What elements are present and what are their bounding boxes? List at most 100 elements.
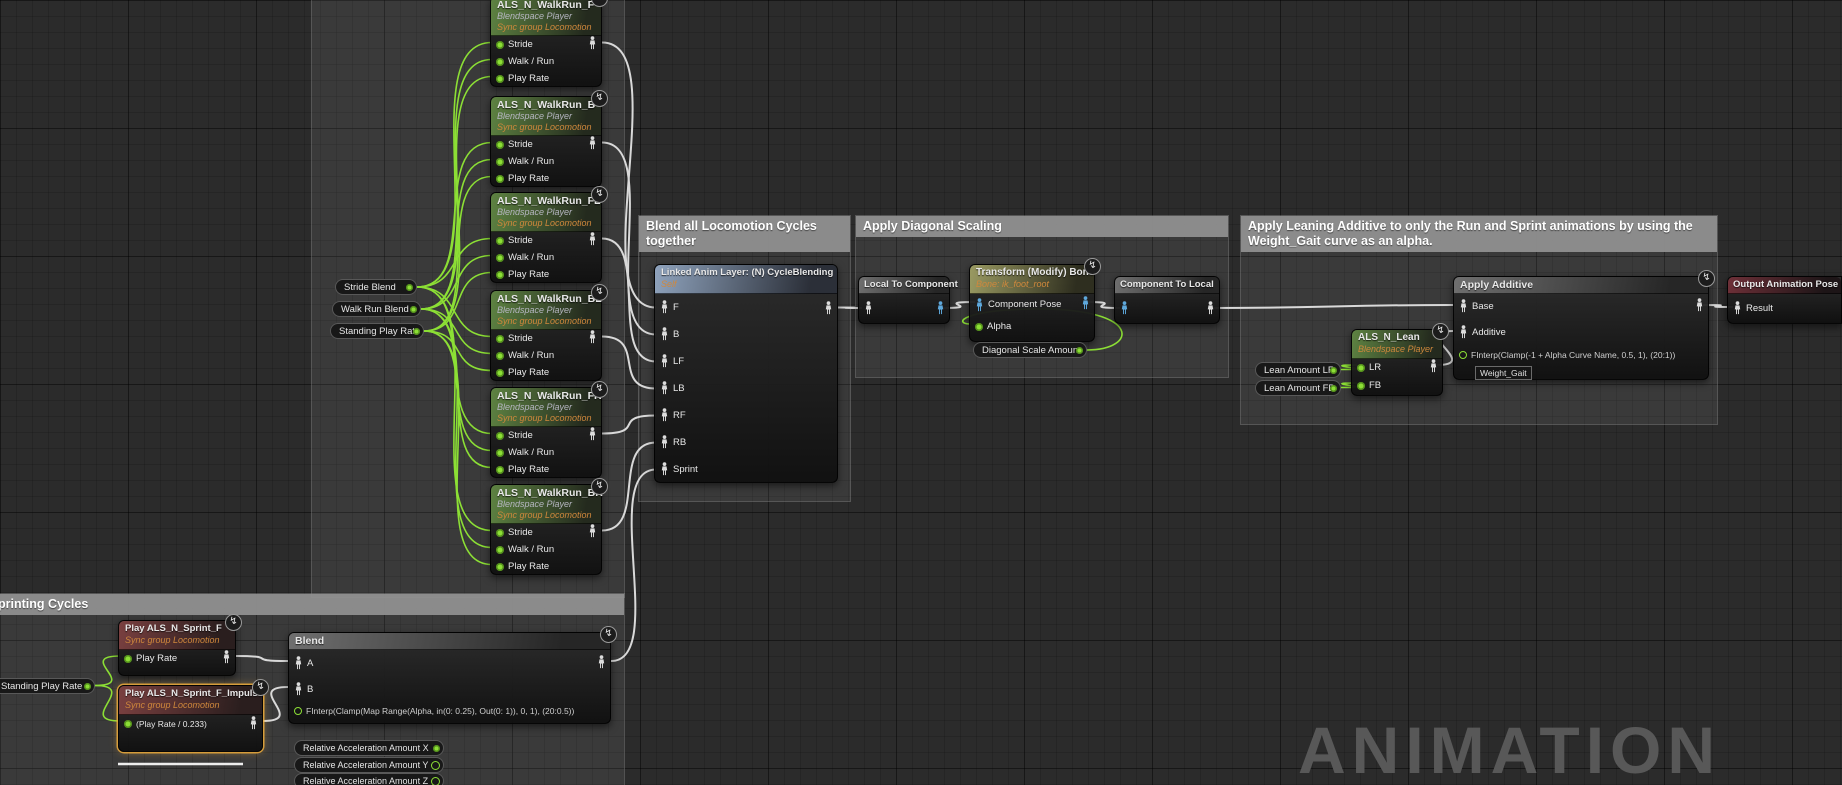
float-pin-icon[interactable] — [496, 75, 504, 83]
node-component-to-local[interactable]: Component To Local — [1114, 276, 1220, 324]
comment-header[interactable]: Apply Leaning Additive to only the Run a… — [1241, 216, 1717, 252]
component-pose-output-icon[interactable] — [936, 301, 945, 315]
node-play-als-n-sprint-f-impulse[interactable]: Play ALS_N_Sprint_F_Impulse Sync group L… — [118, 685, 263, 752]
pill-standing-play-rate[interactable]: Standing Play Rate — [330, 323, 424, 339]
pose-input-pin[interactable] — [1115, 294, 1219, 322]
pill-walk-run-blend[interactable]: Walk Run Blend — [332, 301, 421, 317]
node-output-animation-pose[interactable]: Output Animation Pose Result — [1727, 276, 1842, 324]
float-pin-icon[interactable] — [496, 271, 504, 279]
pin-walk-run[interactable]: Walk / Run — [491, 541, 601, 558]
float-pin-icon[interactable] — [1459, 351, 1467, 359]
pill-lean-amount-fb[interactable]: Lean Amount FB — [1255, 380, 1341, 396]
alpha-curve-row[interactable]: Weight_Gait — [1454, 364, 1708, 382]
pin-walk-run[interactable]: Walk / Run — [491, 444, 601, 461]
pin-rb[interactable]: RB — [655, 429, 837, 456]
node-als-n-walkrun-br[interactable]: ALS_N_WalkRun_BR Blendspace Player Sync … — [490, 484, 602, 575]
float-pin-icon[interactable] — [124, 720, 132, 728]
float-pin-icon[interactable] — [1357, 382, 1365, 390]
float-pin-icon[interactable] — [496, 432, 504, 440]
float-pin-icon[interactable] — [294, 707, 302, 715]
node-als-n-walkrun-b[interactable]: ALS_N_WalkRun_B Blendspace Player Sync g… — [490, 96, 602, 187]
pin-stride[interactable]: Stride — [491, 524, 601, 541]
float-pin-icon[interactable] — [496, 175, 504, 183]
pin-play-rate[interactable]: Play Rate — [491, 266, 601, 283]
pose-output-icon[interactable] — [1429, 359, 1438, 373]
pose-output-icon[interactable] — [588, 136, 597, 150]
node-als-n-walkrun-bl[interactable]: ALS_N_WalkRun_BL Blendspace Player Sync … — [490, 290, 602, 381]
pin-walk-run[interactable]: Walk / Run — [491, 53, 601, 70]
node-als-n-walkrun-fr[interactable]: ALS_N_WalkRun_FR Blendspace Player Sync … — [490, 387, 602, 478]
pin-alpha[interactable]: Alpha — [970, 316, 1094, 338]
pin-play-rate[interactable]: Play Rate — [491, 461, 601, 478]
pose-output-icon[interactable] — [1695, 298, 1704, 312]
pin-additive[interactable]: Additive — [1454, 318, 1708, 346]
pose-output-icon[interactable] — [588, 232, 597, 246]
float-pin-icon[interactable] — [496, 369, 504, 377]
pin-lb[interactable]: LB — [655, 375, 837, 402]
float-pin-icon[interactable] — [1076, 347, 1083, 354]
pose-pin-icon[interactable] — [294, 656, 303, 670]
float-pin-icon[interactable] — [496, 41, 504, 49]
comment-header[interactable]: printing Cycles — [0, 594, 624, 615]
float-pin-icon[interactable] — [496, 529, 504, 537]
pill-relative-accel-y[interactable]: Relative Acceleration Amount Y — [294, 757, 444, 773]
pose-output-icon[interactable] — [1206, 301, 1215, 315]
node-linked-anim-layer-cycleblending[interactable]: Linked Anim Layer: (N) CycleBlending Sel… — [654, 264, 838, 483]
pin-rf[interactable]: RF — [655, 402, 837, 429]
float-pin-icon[interactable] — [1357, 364, 1365, 372]
float-pin-icon[interactable] — [496, 449, 504, 457]
pose-output-icon[interactable] — [249, 716, 258, 730]
node-local-to-component[interactable]: Local To Component — [858, 276, 950, 324]
node-play-als-n-sprint-f[interactable]: Play ALS_N_Sprint_F Sync group Locomotio… — [118, 620, 236, 676]
pose-pin-icon[interactable] — [660, 327, 669, 341]
float-pin-icon[interactable] — [496, 254, 504, 262]
pose-pin-icon[interactable] — [660, 408, 669, 422]
pose-pin-icon[interactable] — [660, 381, 669, 395]
pin-stride[interactable]: Stride — [491, 232, 601, 249]
pin-b[interactable]: B — [289, 676, 610, 702]
node-blend[interactable]: Blend A B FInterp(Clamp(Map Range(Alpha,… — [288, 632, 611, 724]
float-pin-icon[interactable] — [124, 655, 132, 663]
pin-fb[interactable]: FB — [1352, 377, 1442, 395]
alpha-curve-value[interactable]: Weight_Gait — [1475, 366, 1532, 380]
float-pin-icon[interactable] — [431, 777, 440, 785]
float-pin-icon[interactable] — [496, 546, 504, 554]
node-als-n-walkrun-fl[interactable]: ALS_N_WalkRun_FL Blendspace Player Sync … — [490, 192, 602, 283]
pose-output-icon[interactable] — [588, 524, 597, 538]
node-als-n-lean[interactable]: ALS_N_Lean Blendspace Player LR FB ↯ — [1351, 329, 1443, 396]
pose-output-icon[interactable] — [588, 36, 597, 50]
pill-lean-amount-lr[interactable]: Lean Amount LR — [1255, 362, 1341, 378]
pill-relative-accel-z[interactable]: Relative Acceleration Amount Z — [294, 773, 444, 785]
float-pin-icon[interactable] — [413, 328, 420, 335]
float-pin-icon[interactable] — [496, 563, 504, 571]
pin-stride[interactable]: Stride — [491, 427, 601, 444]
float-pin-icon[interactable] — [1330, 367, 1337, 374]
pose-pin-icon[interactable] — [660, 300, 669, 314]
float-pin-icon[interactable] — [496, 237, 504, 245]
pin-play-rate[interactable]: Play Rate — [491, 364, 601, 381]
pose-pin-icon[interactable] — [660, 354, 669, 368]
pose-output-icon[interactable] — [222, 650, 231, 664]
float-pin-icon[interactable] — [496, 141, 504, 149]
float-pin-icon[interactable] — [406, 284, 413, 291]
component-pose-output-icon[interactable] — [1081, 296, 1090, 310]
float-pin-icon[interactable] — [1330, 385, 1337, 392]
component-pose-pin-icon[interactable] — [975, 298, 984, 312]
pin-sprint[interactable]: Sprint — [655, 456, 837, 483]
pose-pin-icon[interactable] — [1459, 299, 1468, 313]
pill-diagonal-scale-amount[interactable]: Diagonal Scale Amount — [973, 342, 1087, 358]
pose-pin-icon[interactable] — [660, 462, 669, 476]
comment-header[interactable]: Blend all Locomotion Cycles together — [639, 216, 850, 252]
float-pin-icon[interactable] — [431, 761, 440, 770]
blueprint-canvas[interactable]: Blend all Locomotion Cycles together App… — [0, 0, 1842, 785]
float-pin-icon[interactable] — [410, 306, 417, 313]
pin-component-pose[interactable]: Component Pose — [970, 294, 1094, 316]
pin-play-rate[interactable]: Play Rate — [491, 558, 601, 575]
pose-output-icon[interactable] — [588, 330, 597, 344]
pose-pin-icon[interactable] — [294, 682, 303, 696]
pin-stride[interactable]: Stride — [491, 330, 601, 347]
pin-play-rate-expression[interactable]: (Play Rate / 0.233) — [119, 715, 262, 733]
pose-pin-icon[interactable] — [1459, 325, 1468, 339]
pin-lf[interactable]: LF — [655, 348, 837, 375]
float-pin-icon[interactable] — [84, 683, 91, 690]
